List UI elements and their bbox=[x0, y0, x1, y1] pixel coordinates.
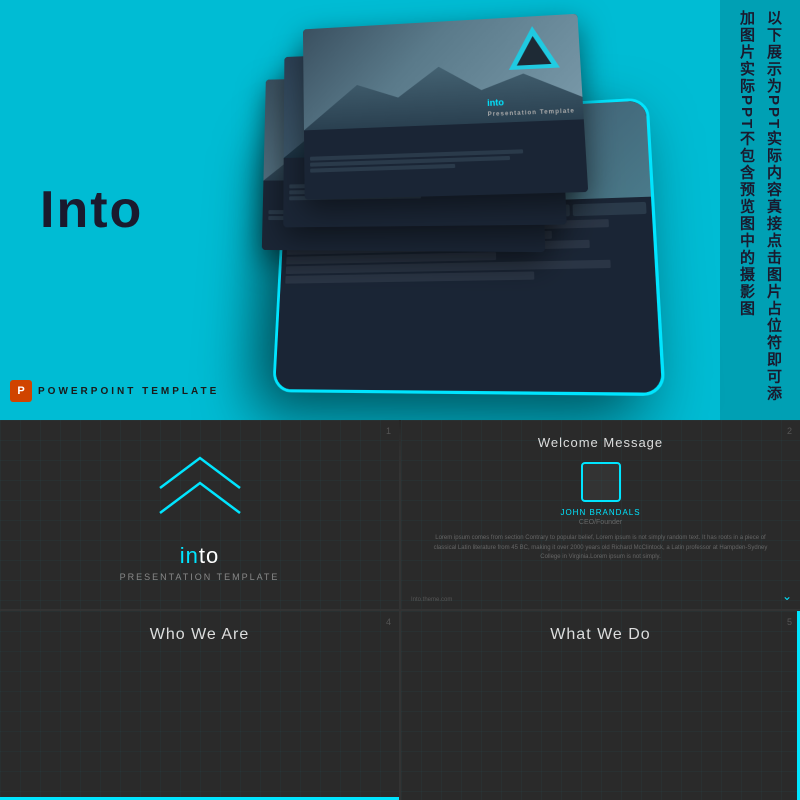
chinese-text: 以下展示为PPT实际内容真接点击图片占位符即可添加图片实际PPT不包含预览图中的… bbox=[733, 10, 787, 410]
ppt-text: POWERPOINT TEMPLATE bbox=[38, 386, 219, 397]
avatar bbox=[581, 462, 621, 502]
slide-thumb-who[interactable]: 4 Who We Are bbox=[0, 611, 399, 800]
powerpoint-icon: P bbox=[10, 380, 32, 402]
slide-thumb-what[interactable]: 5 What We Do bbox=[401, 611, 800, 800]
tablet-mockup: intoPresentation Template into bbox=[220, 20, 680, 400]
slide-footer: Into.theme.com bbox=[411, 597, 452, 603]
slide-num-2: 1 bbox=[386, 426, 391, 436]
person-role: CEO/Founder bbox=[579, 519, 622, 526]
intro-logo-block: into Presentation Template bbox=[120, 543, 280, 582]
ppt-label: P POWERPOINT TEMPLATE bbox=[10, 380, 219, 402]
hero-title: Into bbox=[40, 180, 143, 240]
who-we-are-title: Who We Are bbox=[15, 626, 384, 644]
what-we-do-title: What We Do bbox=[416, 626, 785, 644]
into-logo-display: into bbox=[180, 543, 219, 569]
slide-layer-front: intoPresentation Template bbox=[303, 14, 588, 200]
double-chevron-icon bbox=[140, 448, 260, 538]
scroll-arrow-icon: ⌄ bbox=[782, 589, 792, 603]
slide-num-3: 2 bbox=[787, 426, 792, 436]
slide-thumb-intro[interactable]: 1 into Presentation Template bbox=[0, 420, 399, 609]
slide-num-4: 4 bbox=[386, 617, 391, 627]
slide-logo: intoPresentation Template bbox=[487, 94, 575, 118]
chinese-text-panel: 以下展示为PPT实际内容真接点击图片占位符即可添加图片实际PPT不包含预览图中的… bbox=[720, 0, 800, 420]
hero-section: Into bbox=[0, 0, 800, 420]
welcome-title: Welcome Message bbox=[538, 435, 663, 450]
slide-num-5: 5 bbox=[787, 617, 792, 627]
into-subtitle: Presentation Template bbox=[120, 572, 280, 582]
welcome-body: Lorem ipsum comes from section Contrary … bbox=[416, 534, 785, 563]
slides-grid: 1 into Presentation Template 2 Welcome M… bbox=[0, 420, 800, 800]
chevrons-container bbox=[140, 448, 260, 538]
slide-thumb-welcome[interactable]: 2 Welcome Message JOHN BRANDALS CEO/Foun… bbox=[401, 420, 800, 609]
person-name: JOHN BRANDALS bbox=[560, 508, 640, 517]
